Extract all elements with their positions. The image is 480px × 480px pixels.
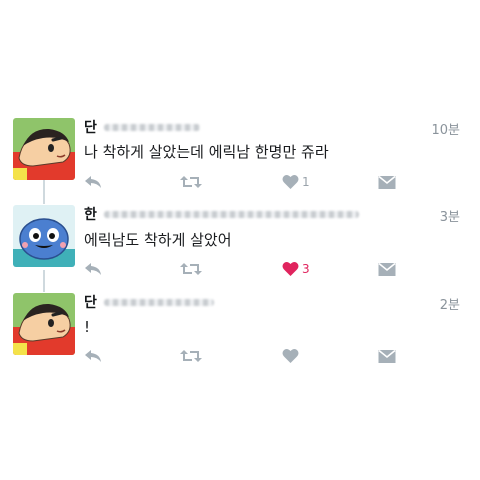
like-button[interactable]: 3 (282, 259, 310, 279)
avatar[interactable] (13, 118, 75, 180)
like-icon (282, 174, 299, 189)
thread-line (43, 180, 45, 204)
dm-button[interactable] (378, 172, 396, 192)
reply-button[interactable] (84, 172, 102, 192)
retweet-button[interactable] (180, 172, 202, 192)
thread-line (43, 270, 45, 292)
dm-icon (378, 349, 396, 363)
retweet-button[interactable] (180, 346, 202, 366)
tweet-actions: 1 (84, 172, 404, 192)
blue-character-avatar-icon (13, 205, 75, 267)
like-icon-active (282, 261, 299, 276)
reply-icon (85, 350, 101, 362)
cartoon-boy-avatar-icon (13, 118, 75, 180)
author-handle-redacted (103, 298, 214, 306)
like-count: 1 (302, 175, 310, 189)
reply-icon (85, 176, 101, 188)
like-icon (282, 348, 299, 363)
author-handle-redacted (103, 123, 200, 131)
tweet-time[interactable]: 3분 (440, 206, 460, 225)
dm-button[interactable] (378, 346, 396, 366)
tweet-text: 에릭남도 착하게 살았어 (84, 231, 232, 249)
dm-icon (378, 175, 396, 189)
retweet-button[interactable] (180, 259, 202, 279)
reply-icon (85, 263, 101, 275)
reply-button[interactable] (84, 259, 102, 279)
reply-button[interactable] (84, 346, 102, 366)
retweet-icon (180, 176, 202, 188)
like-button[interactable]: 1 (282, 172, 310, 192)
like-count: 3 (302, 262, 310, 276)
tweet-text: 나 착하게 살았는데 에릭남 한명만 쥬라 (84, 143, 329, 161)
avatar[interactable] (13, 205, 75, 267)
tweet-actions (84, 346, 404, 366)
author-name[interactable]: 단 (84, 292, 97, 312)
tweet-actions: 3 (84, 259, 404, 279)
avatar[interactable] (13, 293, 75, 355)
retweet-icon (180, 263, 202, 275)
retweet-icon (180, 350, 202, 362)
dm-icon (378, 262, 396, 276)
dm-button[interactable] (378, 259, 396, 279)
tweet-time[interactable]: 10분 (431, 119, 460, 138)
author-name[interactable]: 단 (84, 117, 97, 137)
like-button[interactable] (282, 346, 302, 366)
tweet-text: ! (84, 318, 91, 336)
tweet-time[interactable]: 2분 (440, 294, 460, 313)
tweet-thread: 단 10분 나 착하게 살았는데 에릭남 한명만 쥬라 1 한 3분 에릭남도 … (0, 0, 480, 480)
cartoon-boy-avatar-icon (13, 293, 75, 355)
author-name[interactable]: 한 (84, 204, 97, 224)
author-handle-redacted (103, 210, 359, 218)
